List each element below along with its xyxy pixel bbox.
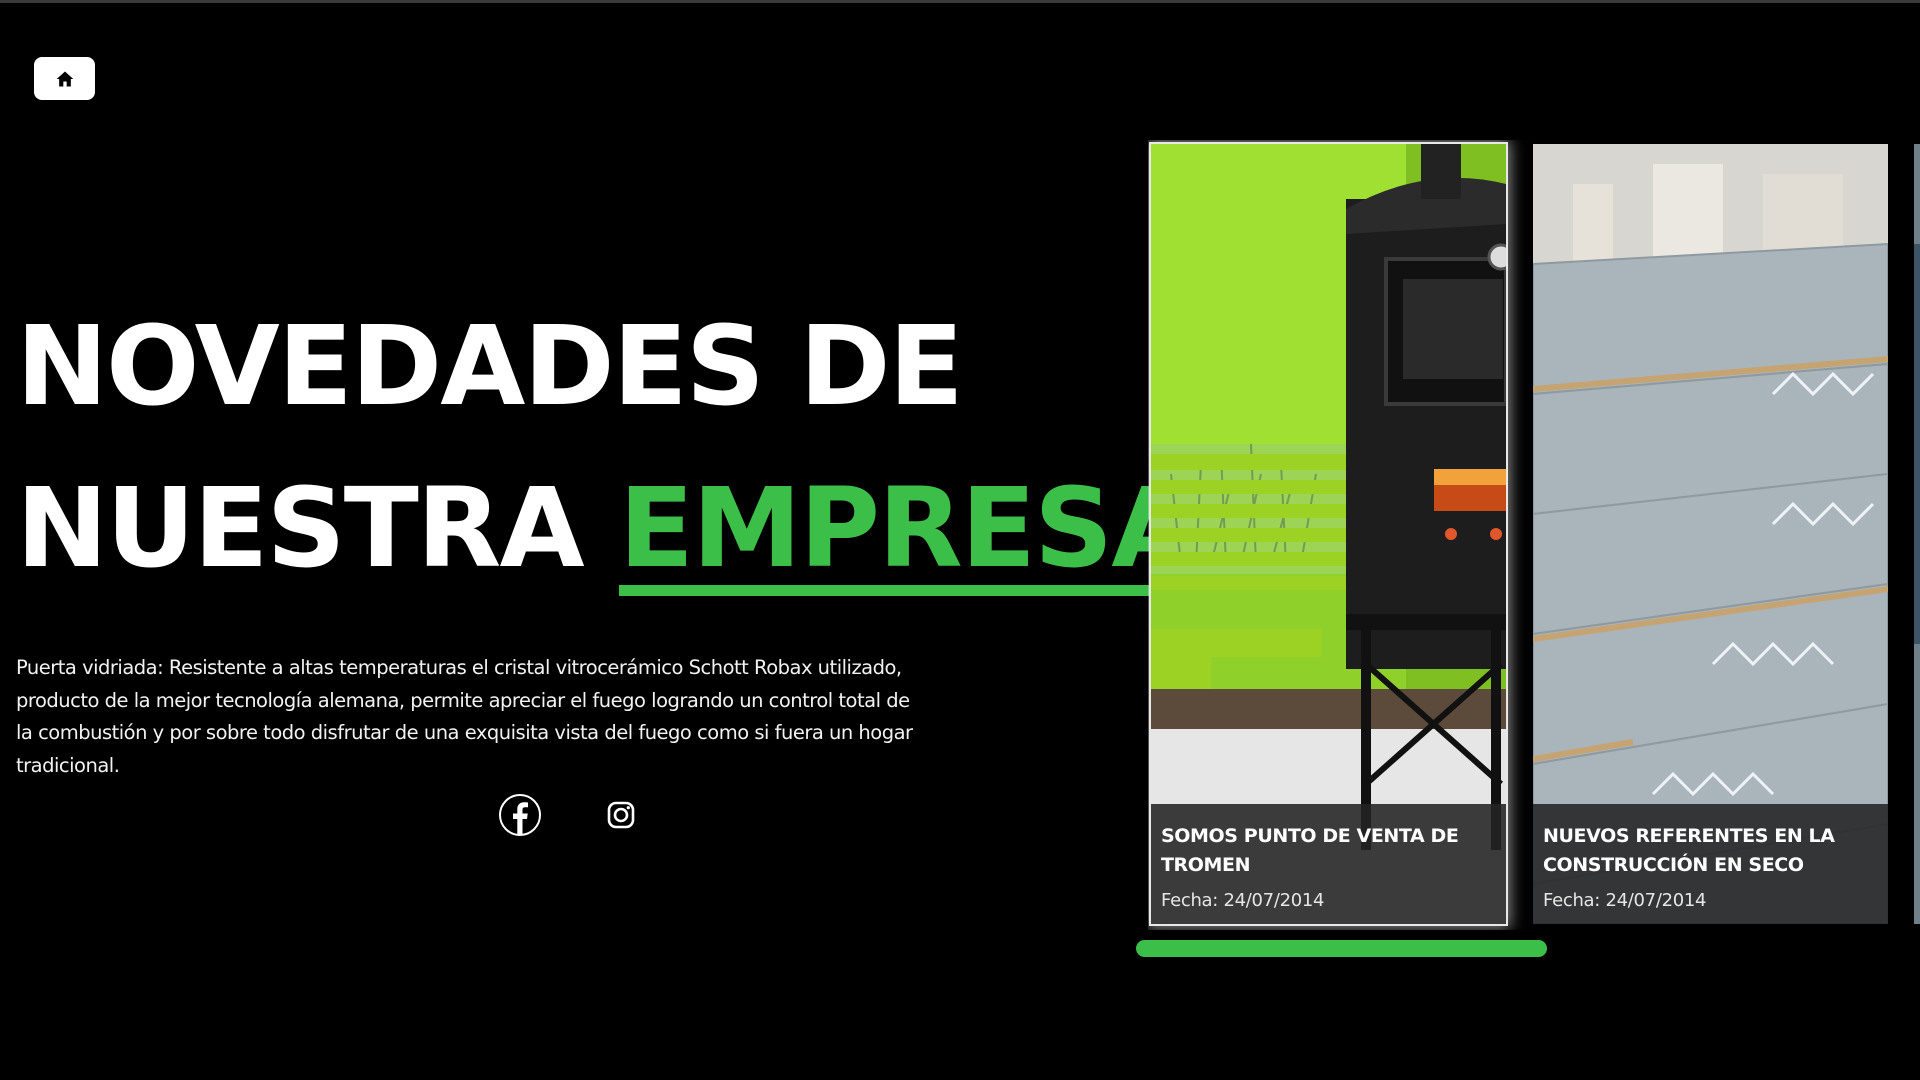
news-caption: NUEVOS REFERENTES EN LA CONSTRUCCIÓN EN … [1533, 804, 1888, 924]
facebook-icon [499, 794, 541, 836]
page-title: NOVEDADES DE NUESTRA EMPRESA [16, 285, 1196, 609]
news-card[interactable] [1914, 144, 1920, 924]
news-date: Fecha: 24/07/2014 [1161, 890, 1325, 911]
instagram-link[interactable] [599, 793, 643, 837]
hero-description: Puerta vidriada: Resistente a altas temp… [16, 656, 913, 777]
carousel-progress-bar [1136, 940, 1547, 957]
news-carousel[interactable]: SOMOS PUNTO DE VENTA DE TROMEN Fecha: 24… [1148, 140, 1920, 930]
news-image-partial [1914, 144, 1920, 924]
title-line-1: NOVEDADES DE [16, 302, 964, 430]
news-caption: SOMOS PUNTO DE VENTA DE TROMEN Fecha: 24… [1151, 804, 1506, 924]
home-icon [56, 71, 73, 86]
news-date: Fecha: 24/07/2014 [1543, 890, 1707, 911]
facebook-link[interactable] [498, 793, 542, 837]
home-button[interactable] [34, 57, 95, 100]
instagram-icon [601, 795, 641, 835]
top-border [0, 0, 1920, 3]
title-line-2: NUESTRA [16, 464, 619, 592]
news-title: SOMOS PUNTO DE VENTA DE TROMEN [1161, 825, 1459, 876]
news-title: NUEVOS REFERENTES EN LA CONSTRUCCIÓN EN … [1543, 825, 1835, 876]
news-card[interactable]: NUEVOS REFERENTES EN LA CONSTRUCCIÓN EN … [1533, 144, 1888, 924]
title-accent: EMPRESA [618, 473, 1196, 596]
news-card[interactable]: SOMOS PUNTO DE VENTA DE TROMEN Fecha: 24… [1151, 144, 1506, 924]
